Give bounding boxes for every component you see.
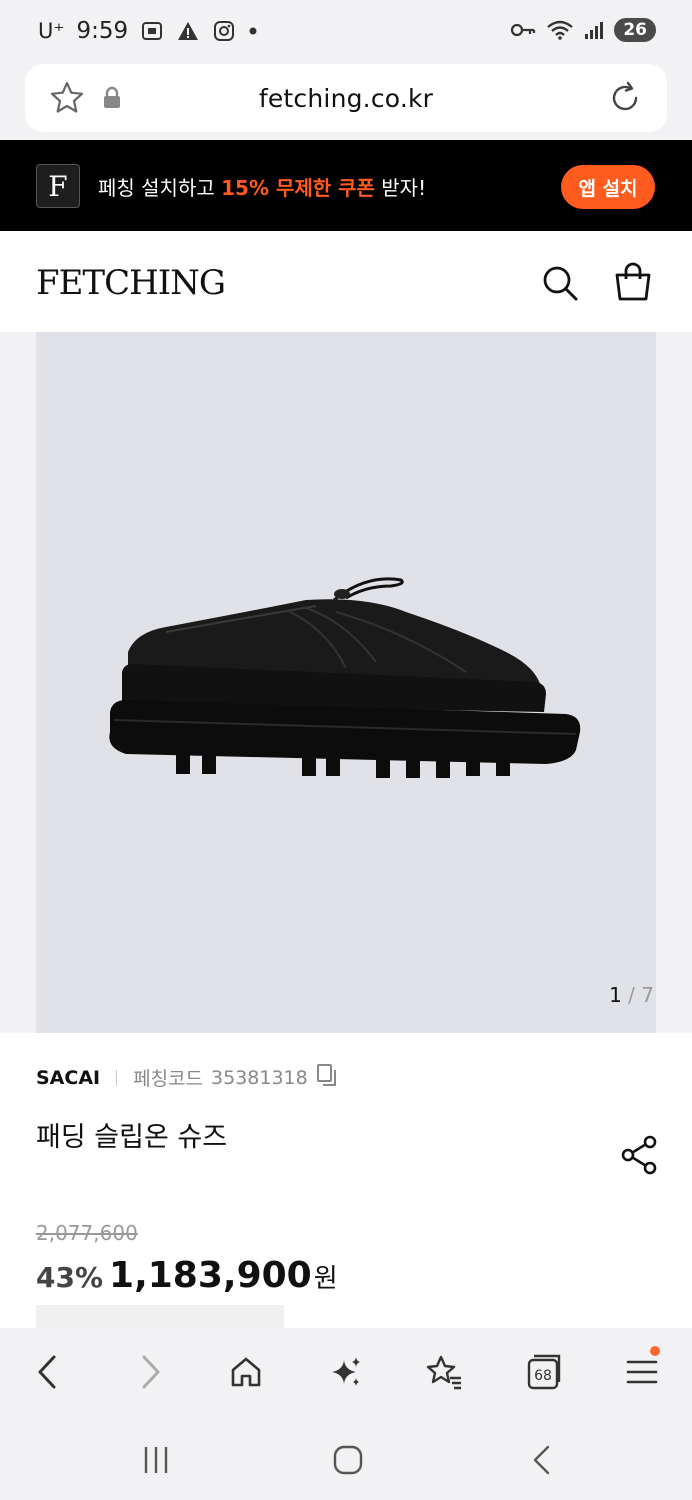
copy-icon[interactable] [316,1063,338,1092]
browser-toolbar: 68 [0,1328,692,1414]
status-bar: U⁺ 9:59 26 [0,0,692,62]
share-icon[interactable] [620,1135,658,1179]
image-counter-separator: / [621,983,642,1007]
status-left: U⁺ 9:59 [38,18,258,44]
notification-dot-icon [248,26,258,36]
screenshot-icon [140,19,164,43]
product-code-label: 페칭코드 [133,1068,204,1090]
sale-price: 1,183,900 [109,1255,312,1296]
currency-unit: 원 [313,1264,338,1294]
battery-indicator: 26 [614,18,656,42]
bookmarks-icon[interactable] [422,1350,466,1394]
nav-back-icon[interactable] [520,1440,564,1480]
product-gallery: 1 / 7 [0,332,692,1033]
forward-icon[interactable] [128,1350,172,1394]
menu-icon[interactable] [620,1346,664,1394]
signal-icon [584,20,604,40]
system-navigation-bar [0,1414,692,1500]
app-logo: F [36,164,80,208]
status-right: 26 [510,18,656,42]
image-counter-total: 7 [641,983,654,1007]
banner-text-highlight: 15% 무제한 쿠폰 [221,176,375,200]
sparkle-icon[interactable] [324,1350,368,1394]
image-counter-current: 1 [609,983,622,1007]
instagram-icon [212,19,236,43]
reload-icon[interactable] [607,80,643,120]
tabs-icon[interactable]: 68 [522,1350,566,1394]
divider [116,1069,118,1086]
menu-notification-dot [650,1346,660,1356]
url-text[interactable]: fetching.co.kr [25,84,667,113]
browser-address-area: fetching.co.kr [0,62,692,140]
site-header: FETCHING [0,231,692,332]
product-image[interactable]: 1 / 7 [36,332,656,1033]
app-install-banner[interactable]: F 페칭 설치하고 15% 무제한 쿠폰 받자! 앱 설치 [0,140,692,231]
banner-text-after: 받자! [374,176,427,200]
back-icon[interactable] [26,1350,70,1394]
original-price: 2,077,600 [36,1221,138,1245]
banner-text: 페칭 설치하고 15% 무제한 쿠폰 받자! [98,172,426,201]
home-icon[interactable] [224,1350,268,1394]
install-app-button[interactable]: 앱 설치 [561,165,655,209]
brand-row: SACAI 페칭코드 35381318 [36,1063,338,1092]
home-circle-icon[interactable] [326,1440,370,1480]
product-info: SACAI 페칭코드 35381318 패딩 슬립온 슈즈 2,077,600 … [0,1033,692,1335]
carrier-label: U⁺ [38,19,65,43]
search-icon[interactable] [540,263,580,307]
site-logo[interactable]: FETCHING [36,263,226,303]
product-code: 35381318 [211,1066,308,1089]
tabs-count: 68 [534,1368,552,1384]
banner-text-before: 페칭 설치하고 [98,176,222,200]
product-brand[interactable]: SACAI [36,1067,100,1089]
key-icon [510,21,536,39]
shoe-image [109,577,581,778]
product-title: 패딩 슬립온 슈즈 [36,1122,228,1153]
bag-icon[interactable] [612,261,654,307]
recents-icon[interactable] [134,1440,178,1480]
address-bar[interactable]: fetching.co.kr [25,64,667,132]
discount-rate: 43% [36,1261,104,1294]
image-counter: 1 / 7 [609,983,654,1007]
wifi-icon [546,19,574,41]
price-row: 43% 1,183,900 원 [36,1255,338,1296]
warning-icon [176,19,200,43]
status-time: 9:59 [76,18,129,44]
